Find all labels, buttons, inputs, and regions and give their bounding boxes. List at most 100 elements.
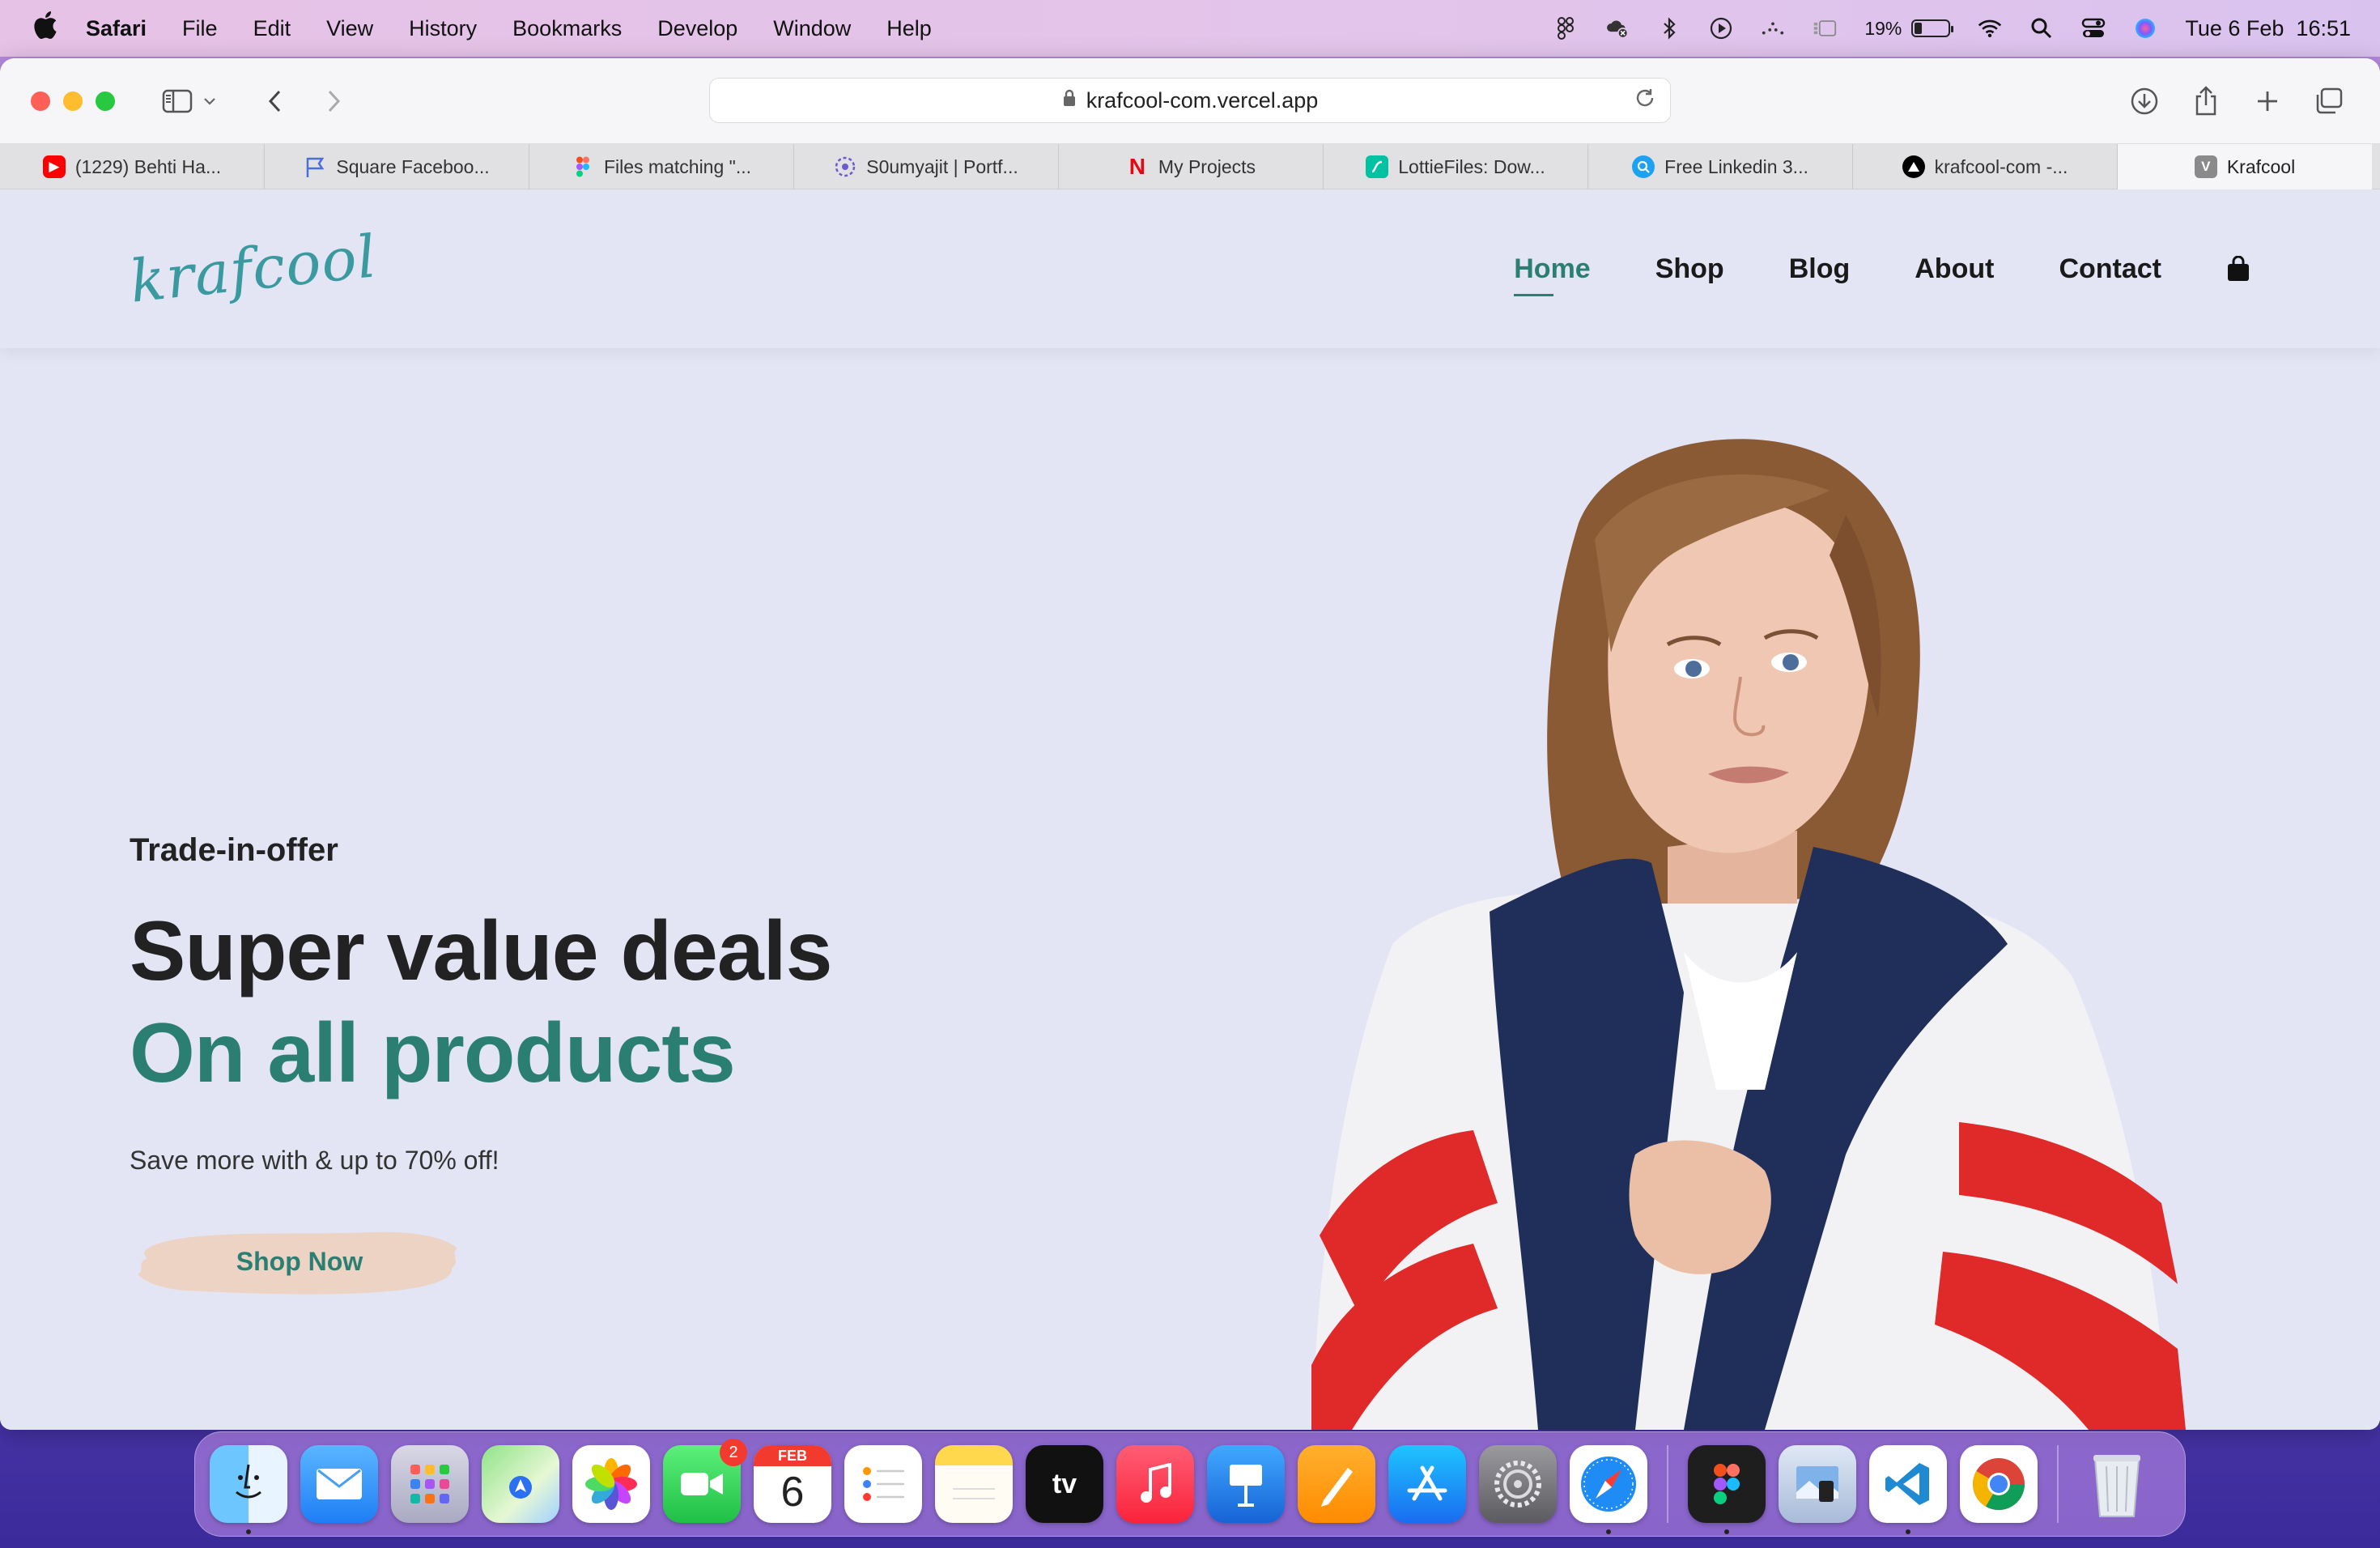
finder-icon[interactable] <box>210 1445 287 1534</box>
back-button[interactable] <box>254 81 295 121</box>
hero-kicker: Trade-in-offer <box>130 832 338 868</box>
shopping-bag-icon[interactable] <box>2226 255 2250 282</box>
site-header: krafcool Home Shop Blog About Contact <box>0 189 2380 348</box>
bluetooth-icon[interactable] <box>1657 16 1681 40</box>
app-store-icon[interactable] <box>1388 1445 1466 1523</box>
netflix-icon: N <box>1128 154 1146 179</box>
reload-icon[interactable] <box>1634 87 1655 114</box>
vscode-icon[interactable] <box>1869 1445 1947 1534</box>
menu-app-name[interactable]: Safari <box>86 16 147 41</box>
maps-icon[interactable] <box>482 1445 559 1523</box>
menu-bookmarks[interactable]: Bookmarks <box>512 16 622 41</box>
site-logo[interactable]: krafcool <box>126 222 380 315</box>
menu-window[interactable]: Window <box>773 16 851 41</box>
tab-square-facebook[interactable]: Square Faceboo... <box>265 144 529 189</box>
minimize-window-button[interactable] <box>63 91 83 111</box>
tab-portfolio[interactable]: S0umyajit | Portf... <box>794 144 1059 189</box>
browser-toolbar: krafcool-com.vercel.app <box>0 58 2380 144</box>
tab-linkedin-search[interactable]: Free Linkedin 3... <box>1588 144 1853 189</box>
share-icon[interactable] <box>2186 81 2226 121</box>
tab-label: (1229) Behti Ha... <box>74 155 222 177</box>
figma-icon[interactable] <box>1688 1445 1766 1534</box>
tab-label: S0umyajit | Portf... <box>866 155 1018 177</box>
tab-lottiefiles[interactable]: LottieFiles: Dow... <box>1324 144 1588 189</box>
downloads-icon[interactable] <box>2124 81 2165 121</box>
menu-develop[interactable]: Develop <box>657 16 737 41</box>
shop-now-button[interactable]: Shop Now <box>130 1221 457 1302</box>
stage-manager-icon[interactable] <box>1813 16 1837 40</box>
spotlight-search-icon[interactable] <box>2029 16 2054 40</box>
tab-label: krafcool-com -... <box>1934 155 2068 177</box>
sidebar-toggle-icon[interactable] <box>157 81 198 121</box>
now-playing-icon[interactable] <box>1709 16 1733 40</box>
trash-icon[interactable] <box>2078 1445 2156 1523</box>
chrome-icon[interactable] <box>1960 1445 2038 1523</box>
fullscreen-window-button[interactable] <box>96 91 115 111</box>
youtube-icon: ▶ <box>42 155 66 178</box>
tab-bar: ▶ (1229) Behti Ha... Square Faceboo... F… <box>0 144 2380 189</box>
nav-blog[interactable]: Blog <box>1789 253 1851 285</box>
dock-separator <box>1667 1445 1668 1523</box>
forward-button[interactable] <box>314 81 355 121</box>
mail-icon[interactable] <box>300 1445 378 1523</box>
control-center-icon[interactable] <box>2081 16 2106 40</box>
new-tab-icon[interactable] <box>2247 81 2288 121</box>
safari-icon[interactable] <box>1570 1445 1647 1534</box>
nav-contact[interactable]: Contact <box>2059 253 2161 285</box>
menu-history[interactable]: History <box>409 16 477 41</box>
status-area: 19% Tue 6 Feb 16:51 <box>1553 16 2351 41</box>
siri-icon[interactable] <box>2133 16 2157 40</box>
menubar: Safari File Edit View History Bookmarks … <box>0 0 2380 57</box>
shop-now-label: Shop Now <box>236 1246 363 1276</box>
tab-label: My Projects <box>1158 155 1256 177</box>
calendar-icon[interactable]: FEB 6 <box>754 1445 831 1523</box>
music-icon[interactable] <box>1116 1445 1194 1523</box>
wifi-icon[interactable] <box>1978 16 2002 40</box>
tab-krafcool-active[interactable]: V Krafcool <box>2118 144 2372 189</box>
menu-help[interactable]: Help <box>886 16 932 41</box>
tab-label: LottieFiles: Dow... <box>1398 155 1545 177</box>
close-window-button[interactable] <box>31 91 50 111</box>
menu-view[interactable]: View <box>326 16 373 41</box>
toolbar-right <box>2124 81 2349 121</box>
photos-icon[interactable] <box>572 1445 650 1523</box>
tab-figma-files[interactable]: Files matching "... <box>529 144 794 189</box>
apple-tv-icon[interactable]: tv <box>1026 1445 1103 1523</box>
flag-icon <box>304 155 326 178</box>
preview-icon[interactable] <box>1779 1445 1856 1523</box>
window-controls <box>31 91 115 111</box>
menu-edit[interactable]: Edit <box>253 16 291 41</box>
system-settings-icon[interactable] <box>1479 1445 1557 1523</box>
dock: 2 FEB 6 tv <box>194 1431 2186 1537</box>
apple-menu-icon[interactable] <box>29 11 62 47</box>
keynote-icon[interactable] <box>1207 1445 1285 1523</box>
figma-icon <box>572 155 594 178</box>
facetime-badge: 2 <box>720 1439 747 1466</box>
calendar-day: 6 <box>780 1469 805 1516</box>
url-text: krafcool-com.vercel.app <box>1086 87 1319 113</box>
tab-my-projects[interactable]: N My Projects <box>1059 144 1324 189</box>
battery-status[interactable]: 19% <box>1864 17 1954 40</box>
address-bar[interactable]: krafcool-com.vercel.app <box>709 78 1671 123</box>
pages-icon[interactable] <box>1298 1445 1375 1523</box>
battery-percent: 19% <box>1864 17 1902 39</box>
nav-about[interactable]: About <box>1915 253 1994 285</box>
menu-file[interactable]: File <box>182 16 218 41</box>
nav-shop[interactable]: Shop <box>1655 253 1724 285</box>
tab-youtube[interactable]: ▶ (1229) Behti Ha... <box>0 144 265 189</box>
clock[interactable]: Tue 6 Feb 16:51 <box>2185 16 2351 41</box>
launchpad-icon[interactable] <box>391 1445 469 1523</box>
tab-overview-icon[interactable] <box>2309 81 2349 121</box>
notes-icon[interactable] <box>935 1445 1013 1523</box>
webpage: krafcool Home Shop Blog About Contact Tr… <box>0 189 2380 1430</box>
nav-home[interactable]: Home <box>1514 253 1591 296</box>
figma-status-icon[interactable] <box>1553 16 1578 40</box>
tab-label: Files matching "... <box>603 155 751 177</box>
tab-vercel[interactable]: krafcool-com -... <box>1853 144 2118 189</box>
cloud-offline-icon[interactable] <box>1605 16 1630 40</box>
facetime-icon[interactable]: 2 <box>663 1439 747 1523</box>
chevron-down-icon[interactable] <box>198 81 222 121</box>
dots-status-icon[interactable] <box>1761 16 1785 40</box>
v-icon: V <box>2194 155 2217 178</box>
reminders-icon[interactable] <box>844 1445 922 1523</box>
